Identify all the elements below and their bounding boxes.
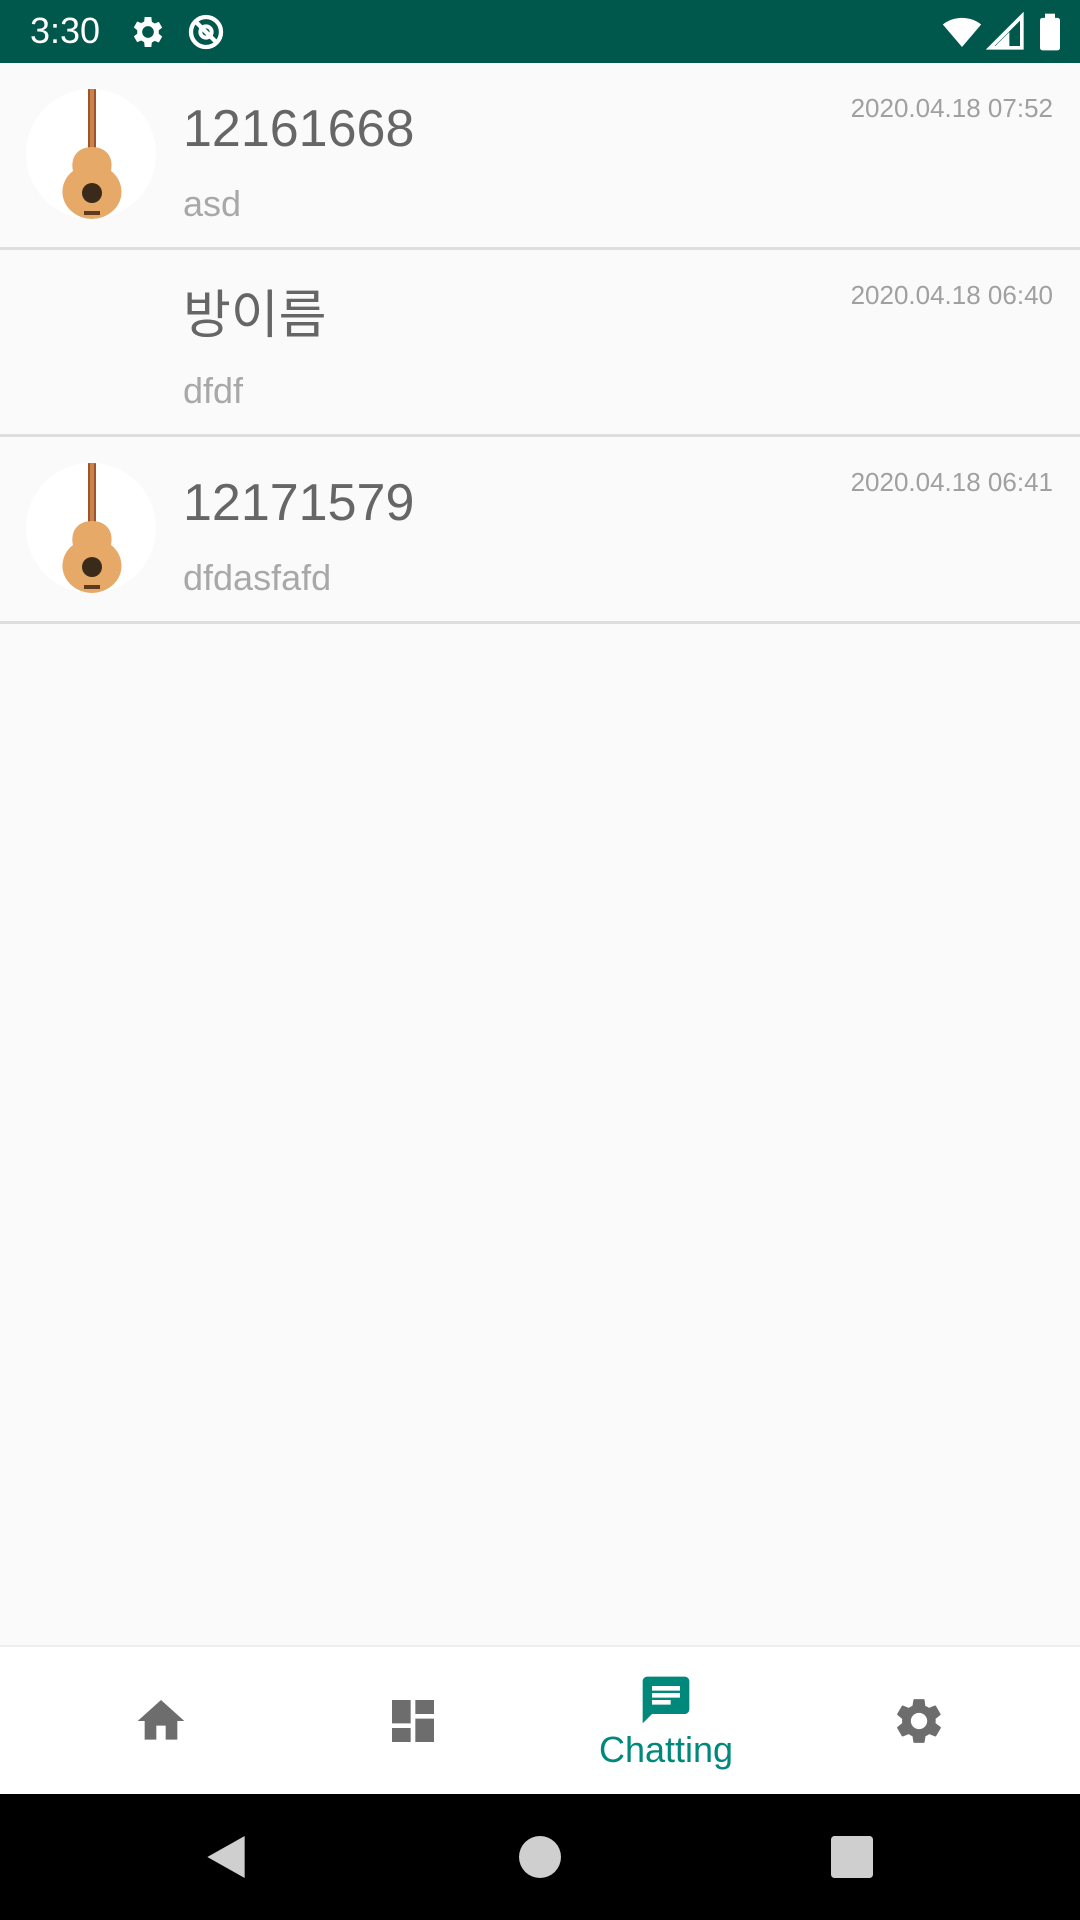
nav-settings[interactable]: [784, 1647, 1054, 1794]
recents-icon[interactable]: [824, 1829, 880, 1885]
chat-room-item[interactable]: 방이름 dfdf 2020.04.18 06:40: [0, 250, 1080, 437]
avatar: [26, 463, 156, 593]
chat-timestamp: 2020.04.18 06:41: [850, 467, 1053, 497]
chat-room-item[interactable]: 12161668 asd 2020.04.18 07:52: [0, 63, 1080, 250]
settings-icon: [128, 12, 168, 52]
chat-timestamp: 2020.04.18 06:40: [850, 280, 1053, 310]
chat-room-item[interactable]: 12171579 dfdasfafd 2020.04.18 06:41: [0, 437, 1080, 624]
nav-home[interactable]: [26, 1647, 296, 1794]
nav-chatting-label: Chatting: [598, 1728, 734, 1770]
system-navigation-bar: [0, 1794, 1080, 1920]
signal-icon: [985, 11, 1026, 52]
chat-last-message: dfdasfafd: [183, 557, 332, 598]
back-icon[interactable]: [198, 1829, 254, 1885]
avatar: [26, 89, 156, 219]
guitar-icon: [62, 89, 122, 219]
dashboard-icon: [392, 1699, 434, 1742]
chat-room-title: 12161668: [183, 100, 415, 158]
chat-last-message: asd: [183, 183, 242, 224]
wifi-icon: [942, 12, 982, 52]
chat-room-title: 12171579: [183, 474, 415, 532]
chat-last-message: dfdf: [183, 370, 244, 411]
chat-room-title: 방이름: [183, 287, 327, 345]
settings-icon: [897, 1698, 941, 1743]
chat-timestamp: 2020.04.18 07:52: [850, 93, 1053, 123]
sync-blocked-icon: [186, 12, 226, 52]
chat-list: 12161668 asd 2020.04.18 07:52 방이름 dfdf 2…: [0, 63, 1080, 624]
status-time: 3:30: [30, 10, 101, 51]
nav-chatting[interactable]: Chatting: [531, 1647, 801, 1794]
nav-dashboard[interactable]: [278, 1647, 548, 1794]
status-bar: 3:30: [0, 0, 1080, 63]
guitar-icon: [62, 463, 122, 593]
battery-icon: [1030, 12, 1070, 52]
bottom-navigation: Chatting: [0, 1645, 1080, 1794]
chat-icon: [642, 1676, 690, 1723]
home-icon: [137, 1699, 185, 1740]
home-circle-icon[interactable]: [512, 1829, 568, 1885]
